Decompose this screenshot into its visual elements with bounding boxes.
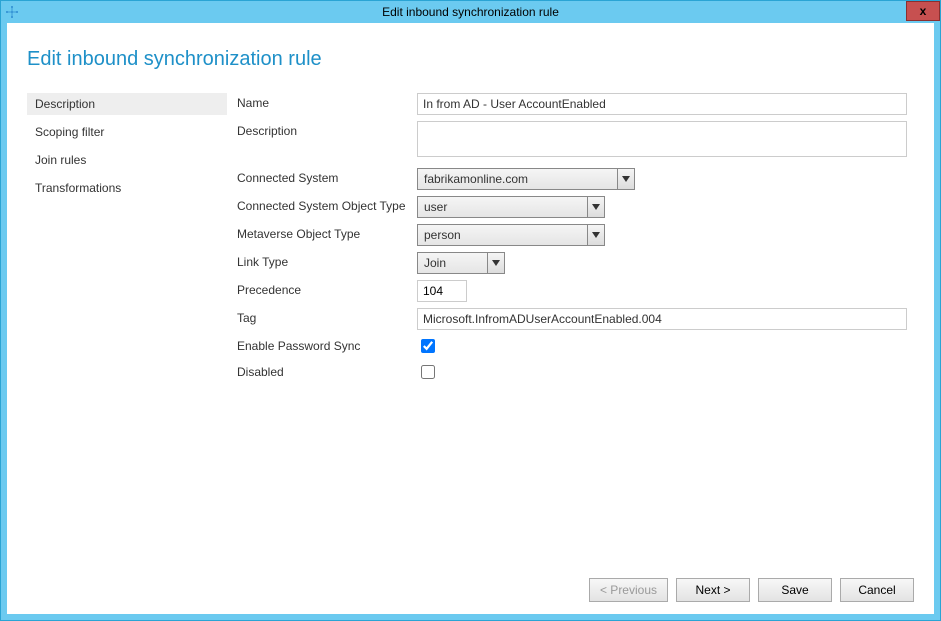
window-title: Edit inbound synchronization rule	[1, 5, 940, 19]
chevron-down-icon[interactable]	[487, 252, 505, 274]
sidebar-item-description[interactable]: Description	[27, 93, 227, 115]
next-button[interactable]: Next >	[676, 578, 750, 602]
mv-object-type-dropdown[interactable]: person	[417, 224, 605, 246]
chevron-down-icon[interactable]	[617, 168, 635, 190]
content: Description Scoping filter Join rules Tr…	[27, 93, 914, 572]
form-area: Name Description Connected System	[237, 93, 914, 572]
label-enable-password-sync: Enable Password Sync	[237, 336, 417, 356]
sidebar-item-join-rules[interactable]: Join rules	[27, 149, 227, 171]
connected-system-dropdown[interactable]: fabrikamonline.com	[417, 168, 635, 190]
label-connected-system: Connected System	[237, 168, 417, 190]
label-disabled: Disabled	[237, 362, 417, 382]
save-button[interactable]: Save	[758, 578, 832, 602]
chevron-down-icon[interactable]	[587, 196, 605, 218]
sidebar-item-label: Description	[35, 97, 95, 111]
link-type-dropdown[interactable]: Join	[417, 252, 505, 274]
titlebar: Edit inbound synchronization rule x	[1, 1, 940, 23]
description-input[interactable]	[417, 121, 907, 157]
cs-object-type-value: user	[417, 196, 587, 218]
label-name: Name	[237, 93, 417, 115]
tag-input[interactable]	[417, 308, 907, 330]
chevron-down-icon[interactable]	[587, 224, 605, 246]
disabled-checkbox[interactable]	[421, 365, 435, 379]
label-link-type: Link Type	[237, 252, 417, 274]
label-description: Description	[237, 121, 417, 160]
cancel-button[interactable]: Cancel	[840, 578, 914, 602]
sidebar-item-scoping-filter[interactable]: Scoping filter	[27, 121, 227, 143]
page-title: Edit inbound synchronization rule	[27, 48, 914, 71]
window-body: Edit inbound synchronization rule Descri…	[1, 23, 940, 620]
label-cs-object-type: Connected System Object Type	[237, 196, 417, 218]
label-tag: Tag	[237, 308, 417, 330]
name-input[interactable]	[417, 93, 907, 115]
dialog-window: Edit inbound synchronization rule x Edit…	[0, 0, 941, 621]
close-icon: x	[920, 4, 927, 18]
label-precedence: Precedence	[237, 280, 417, 302]
enable-password-sync-checkbox[interactable]	[421, 339, 435, 353]
previous-button[interactable]: < Previous	[589, 578, 668, 602]
close-button[interactable]: x	[906, 1, 940, 21]
sidebar-item-label: Scoping filter	[35, 125, 104, 139]
button-bar: < Previous Next > Save Cancel	[27, 572, 914, 604]
label-mv-object-type: Metaverse Object Type	[237, 224, 417, 246]
connected-system-value: fabrikamonline.com	[417, 168, 617, 190]
sidebar-item-transformations[interactable]: Transformations	[27, 177, 227, 199]
sidebar-item-label: Join rules	[35, 153, 86, 167]
link-type-value: Join	[417, 252, 487, 274]
cs-object-type-dropdown[interactable]: user	[417, 196, 605, 218]
precedence-input[interactable]	[417, 280, 467, 302]
sidebar: Description Scoping filter Join rules Tr…	[27, 93, 227, 572]
app-icon	[5, 5, 19, 19]
mv-object-type-value: person	[417, 224, 587, 246]
sidebar-item-label: Transformations	[35, 181, 121, 195]
